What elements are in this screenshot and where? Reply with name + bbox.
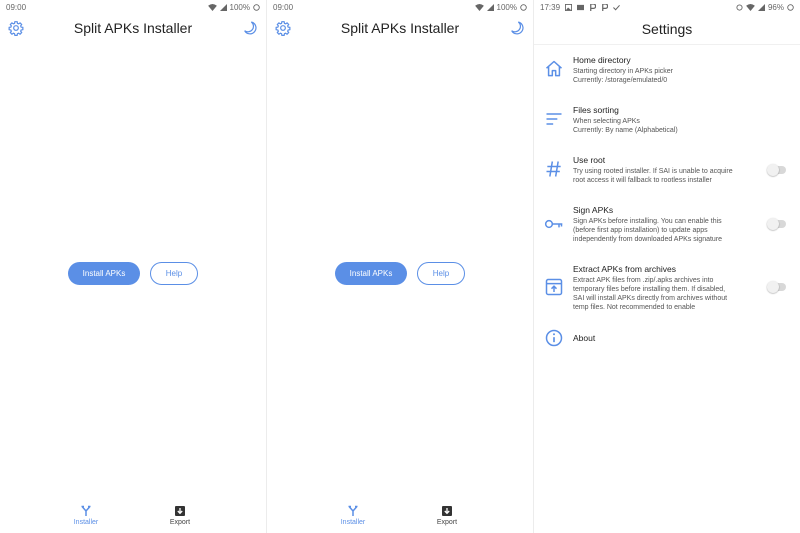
setting-desc-line: (before first app installation) to updat… [573, 227, 708, 234]
export-icon [175, 506, 185, 516]
setting-desc-line: temp files. Not recommended to enable [573, 304, 696, 311]
use-root-toggle[interactable] [767, 164, 786, 176]
export-icon [442, 506, 452, 516]
p-notification-icon [590, 3, 597, 11]
tab-export-label: Export [436, 519, 458, 526]
status-battery: 100% [229, 2, 250, 12]
key-icon [544, 219, 563, 229]
toggle-knob [767, 281, 779, 293]
check-icon [613, 4, 620, 10]
setting-desc-line: Sign APKs before installing. You can ena… [573, 218, 722, 225]
setting-title: Use root [573, 155, 606, 165]
p-notification-icon-2 [602, 3, 609, 11]
setting-desc-line: When selecting APKs [573, 118, 640, 125]
status-icons: 100% [207, 2, 260, 12]
status-time: 09:00 [6, 2, 27, 12]
tab-export-label: Export [169, 519, 191, 526]
setting-desc-line: Currently: By name (Alphabetical) [573, 127, 678, 134]
setting-desc-line: independently from downloaded APKs signa… [573, 236, 723, 243]
tab-installer-label: Installer [340, 519, 366, 526]
status-icons: 96% [736, 3, 794, 12]
tab-export[interactable]: Export [155, 505, 205, 526]
setting-desc-line: Currently: /storage/emulated/0 [573, 77, 668, 84]
setting-title: Home directory [573, 55, 631, 65]
message-icon [577, 4, 585, 10]
status-battery: 100% [496, 2, 517, 12]
page-title: Split APKs Installer [340, 20, 460, 36]
tab-export[interactable]: Export [422, 505, 472, 526]
setting-title: About [573, 333, 596, 343]
wifi-icon [207, 3, 217, 11]
setting-title: Sign APKs [573, 205, 614, 215]
split-icon [348, 505, 358, 516]
hash-icon [546, 161, 561, 177]
battery-circle-icon [787, 3, 794, 11]
sign-apks-toggle[interactable] [767, 218, 786, 230]
help-button[interactable]: Help [150, 262, 198, 285]
setting-desc-line: Extract APK files from .zip/.apks archiv… [573, 277, 714, 284]
info-icon [545, 329, 563, 347]
setting-title: Files sorting [573, 105, 619, 115]
battery-circle-icon [520, 3, 527, 11]
status-battery: 96% [767, 2, 784, 12]
tab-installer[interactable]: Installer [61, 505, 111, 526]
install-apks-button[interactable]: Install APKs [335, 262, 407, 285]
status-bar: 17:39 96% [534, 0, 800, 14]
setting-desc-line: Starting directory in APKs picker [573, 68, 673, 75]
sort-icon [546, 113, 562, 125]
archive-icon [545, 278, 563, 296]
wifi-icon [474, 3, 484, 11]
tab-installer[interactable]: Installer [328, 505, 378, 526]
installer-screen-1: 09:00 100% Split APKs Installer Install … [0, 0, 266, 533]
setting-desc-line: SAI will install APKs directly from arch… [573, 295, 728, 302]
moon-icon[interactable] [509, 20, 525, 36]
status-time: 17:39 [540, 2, 561, 12]
page-title: Split APKs Installer [73, 20, 193, 36]
alarm-icon [736, 3, 743, 11]
home-icon [546, 60, 562, 77]
status-time: 09:00 [273, 2, 294, 12]
extract-apks-toggle[interactable] [767, 281, 786, 293]
installer-screen-2: 09:00 100% Split APKs Installer Install … [267, 0, 533, 533]
split-icon [81, 505, 91, 516]
header-divider [534, 44, 800, 45]
toggle-knob [767, 164, 779, 176]
signal-icon [757, 3, 765, 11]
signal-icon [486, 3, 494, 11]
help-button[interactable]: Help [417, 262, 465, 285]
status-left: 17:39 [540, 3, 620, 12]
status-bar: 09:00 100% [267, 0, 533, 14]
toggle-knob [767, 218, 779, 230]
setting-desc-line: Try using rooted installer. If SAI is un… [573, 168, 733, 175]
wifi-icon [746, 3, 755, 11]
battery-circle-icon [253, 3, 260, 11]
setting-desc-line: root access it will fallback to rootless… [573, 177, 712, 184]
signal-icon [219, 3, 227, 11]
setting-title: Extract APKs from archives [573, 264, 676, 274]
status-bar: 09:00 100% [0, 0, 266, 14]
page-title: Settings [641, 21, 693, 37]
tab-installer-label: Installer [73, 519, 99, 526]
setting-desc-line: temporary files before installing them. … [573, 286, 726, 293]
settings-screen: 17:39 96% Settings Home directory Starti… [534, 0, 800, 533]
moon-icon[interactable] [242, 20, 258, 36]
status-icons: 100% [474, 2, 527, 12]
install-apks-button[interactable]: Install APKs [68, 262, 140, 285]
gallery-icon [565, 3, 573, 11]
